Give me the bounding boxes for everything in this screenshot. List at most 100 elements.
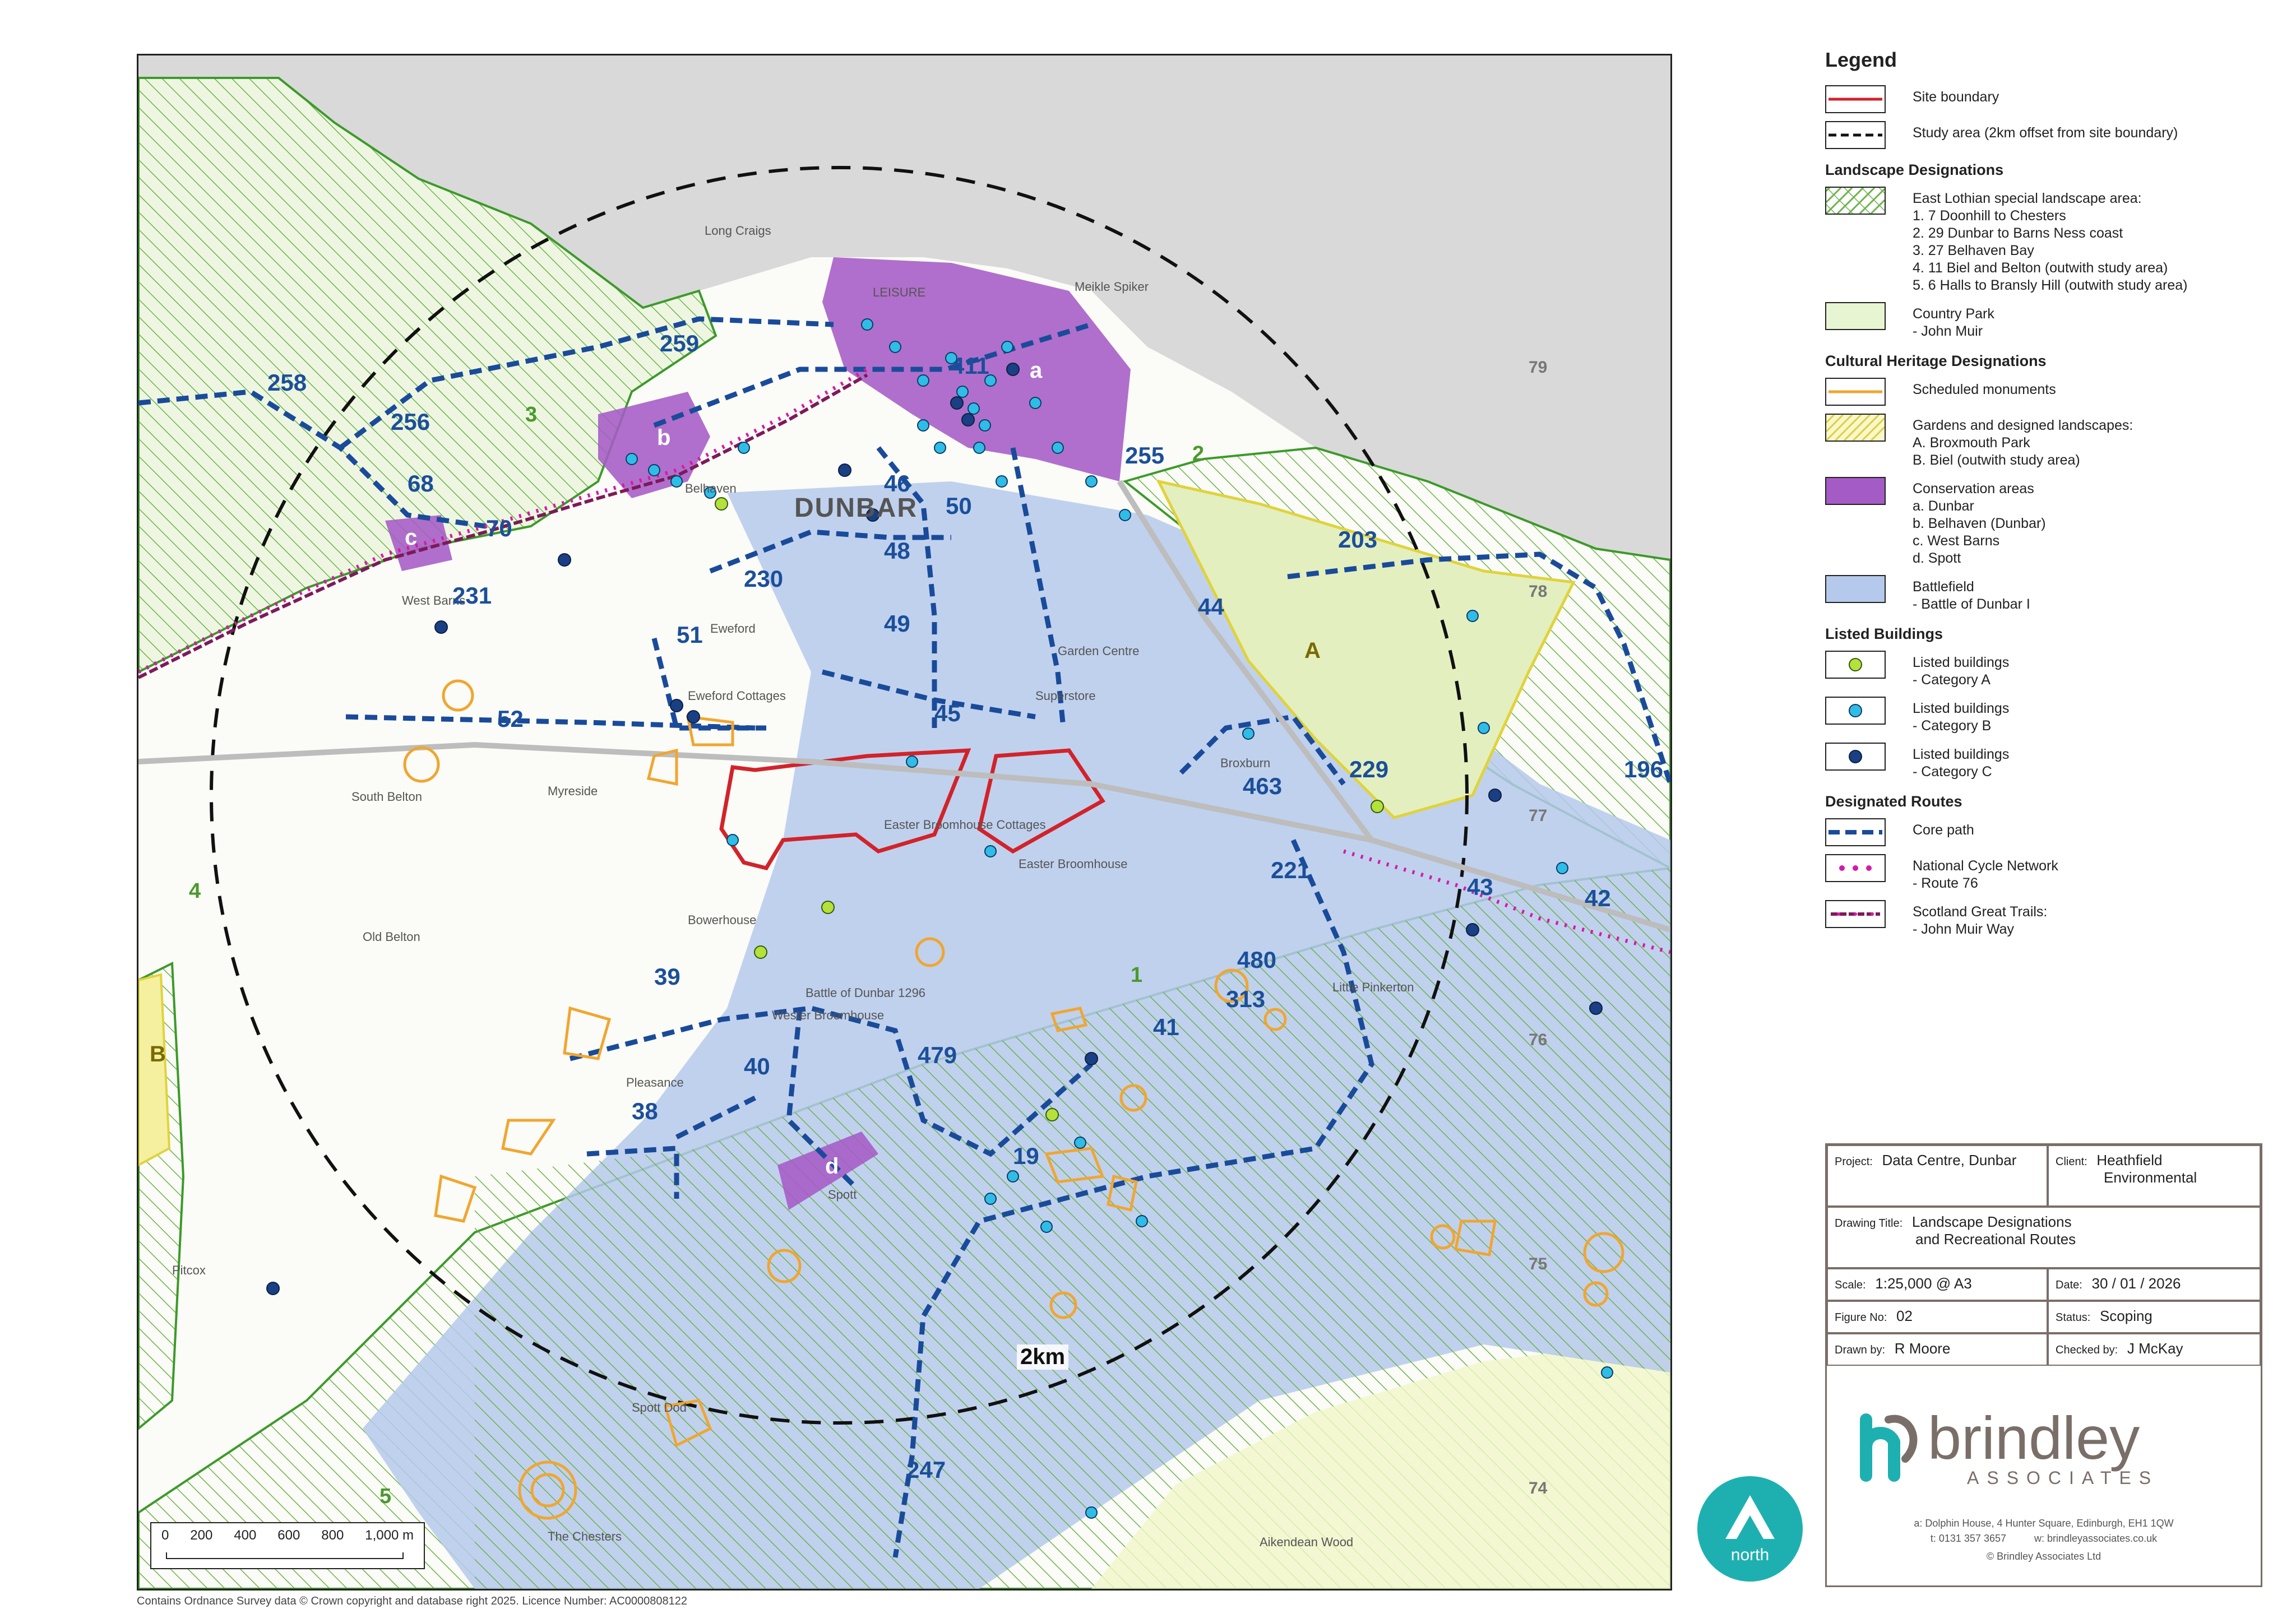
grid-number: 75 (1529, 1255, 1548, 1273)
sgt-swatch (1825, 900, 1886, 928)
route-label: 19 (1013, 1143, 1039, 1169)
legend-label: - Category A (1913, 672, 1991, 688)
route-label: 44 (1198, 593, 1224, 620)
legend-item-study-area: Study area (2km offset from site boundar… (1825, 121, 2262, 149)
legend-label: Core path (1913, 822, 1974, 838)
scale-bar-line (166, 1552, 404, 1559)
company-address: a: Dolphin House, 4 Hunter Square, Edinb… (1914, 1518, 2174, 1529)
company-sub: ASSOCIATES (1967, 1468, 2159, 1488)
place-long-craigs: Long Craigs (705, 224, 771, 238)
route-label: 38 (632, 1098, 658, 1124)
company-web[interactable]: w: brindleyassociates.co.uk (2034, 1533, 2157, 1544)
scheduled-monument-swatch (1825, 378, 1886, 406)
scale-bar: 0 200 400 600 800 1,000 m (150, 1522, 425, 1569)
route-label: 203 (1338, 526, 1378, 553)
conservation-letter-c: c (405, 525, 418, 550)
legend-item-listed-b: Listed buildings - Category B (1825, 697, 2262, 735)
figure-value: 02 (1896, 1307, 1913, 1324)
route-label: 43 (1467, 874, 1493, 900)
legend-label: d. Spott (1913, 550, 1961, 566)
route-label: 52 (497, 706, 524, 732)
core-path-swatch (1825, 818, 1886, 846)
figure-key: Figure No: (1835, 1311, 1887, 1324)
place-spott-dod: Spott Dod (632, 1401, 687, 1415)
route-label: 230 (744, 565, 784, 592)
project-key: Project: (1835, 1156, 1873, 1168)
route-label: 46 (884, 470, 910, 497)
legend-label: Listed buildings (1913, 746, 2010, 762)
legend-label: Listed buildings (1913, 655, 2010, 670)
legend-panel: Legend Site boundary Study area (2km off… (1825, 48, 2262, 946)
legend-label: Site boundary (1913, 89, 1999, 105)
landscape-number: 3 (525, 403, 538, 426)
status-cell: Status: Scoping (2048, 1301, 2261, 1333)
legend-item-special-landscape: East Lothian special landscape area: 1. … (1825, 187, 2262, 294)
legend-item-scheduled-monuments: Scheduled monuments (1825, 378, 2262, 406)
legend-label: - Route 76 (1913, 875, 1978, 891)
company-copyright: © Brindley Associates Ltd (1986, 1551, 2101, 1562)
conservation-area-c (385, 515, 452, 571)
place-easter-broomhouse: Easter Broomhouse (1019, 857, 1128, 871)
place-wester-broomhouse: Wester Broomhouse (772, 1008, 885, 1022)
drawing-title-1: Landscape Designations (1911, 1213, 2072, 1230)
grid-number: 78 (1529, 582, 1548, 601)
route-label: 68 (408, 470, 434, 497)
grid-number: 77 (1529, 806, 1548, 825)
grid-number: 79 (1529, 358, 1548, 377)
legend-section-landscape: Landscape Designations (1825, 161, 2004, 178)
legend-label: Conservation areas (1913, 481, 2034, 497)
route-label: 411 (951, 353, 989, 379)
route-label: 231 (452, 582, 492, 609)
scale-key: Scale: (1835, 1279, 1866, 1291)
place-south-belton: South Belton (351, 790, 422, 804)
legend-item-core-path: Core path (1825, 818, 2262, 846)
legend-label: Battlefield (1913, 579, 1974, 595)
ncn-swatch (1825, 854, 1886, 882)
route-label: 259 (660, 330, 700, 356)
legend-label: - Category B (1913, 718, 1992, 734)
place-leisure: LEISURE (873, 285, 926, 299)
company-name: brindley (1928, 1404, 2140, 1472)
route-label: 313 (1226, 986, 1266, 1012)
legend-item-conservation: Conservation areas a. Dunbar b. Belhaven… (1825, 477, 2262, 567)
map-frame[interactable]: DUNBAR Belhaven West Barns Eweford Ewefo… (137, 54, 1672, 1590)
route-label: 221 (1271, 857, 1311, 883)
drawn-cell: Drawn by: R Moore (1827, 1333, 2048, 1366)
route-label: 70 (486, 515, 512, 541)
conservation-letter-a: a (1030, 358, 1043, 383)
legend-section-listed: Listed Buildings (1825, 625, 1943, 642)
legend-label: 2. 29 Dunbar to Barns Ness coast (1913, 225, 2123, 241)
route-label: 45 (934, 700, 961, 726)
route-label: 463 (1243, 773, 1283, 799)
legend-label: 5. 6 Halls to Bransly Hill (outwith stud… (1913, 277, 2188, 293)
route-label: 48 (884, 537, 910, 564)
route-label: 42 (1585, 885, 1611, 911)
route-label: 49 (884, 610, 910, 637)
route-label: 196 (1624, 756, 1664, 782)
legend-label: 1. 7 Doonhill to Chesters (1913, 208, 2066, 224)
drawing-title-cell: Drawing Title: Landscape Designations an… (1827, 1207, 2261, 1268)
place-garden-centre: Garden Centre (1058, 644, 1140, 658)
legend-label: - Battle of Dunbar I (1913, 596, 2030, 612)
date-cell: Date: 30 / 01 / 2026 (2048, 1268, 2261, 1301)
scale-cell: Scale: 1:25,000 @ A3 (1827, 1268, 2048, 1301)
date-key: Date: (2056, 1279, 2082, 1291)
route-label: 229 (1349, 756, 1389, 782)
scale-tick: 200 (190, 1528, 213, 1543)
legend-label: b. Belhaven (Dunbar) (1913, 516, 2046, 531)
legend-label: - Category C (1913, 764, 1992, 780)
place-belhaven: Belhaven (685, 481, 737, 495)
place-pleasance: Pleasance (626, 1075, 684, 1089)
route-label: 256 (391, 409, 430, 435)
landscape-number: 5 (379, 1485, 392, 1508)
place-aikendean-wood: Aikendean Wood (1260, 1535, 1354, 1549)
title-block: Project: Data Centre, Dunbar Client: Hea… (1825, 1143, 2262, 1587)
legend-label: - John Muir (1913, 323, 1983, 339)
route-label: 479 (918, 1042, 957, 1068)
scale-tick: 0 (161, 1528, 169, 1543)
legend-label: Country Park (1913, 306, 1994, 322)
legend-label: Scotland Great Trails: (1913, 904, 2048, 920)
listed-b-swatch (1825, 697, 1886, 725)
route-label: 255 (1125, 442, 1165, 469)
legend-item-listed-c: Listed buildings - Category C (1825, 743, 2262, 781)
